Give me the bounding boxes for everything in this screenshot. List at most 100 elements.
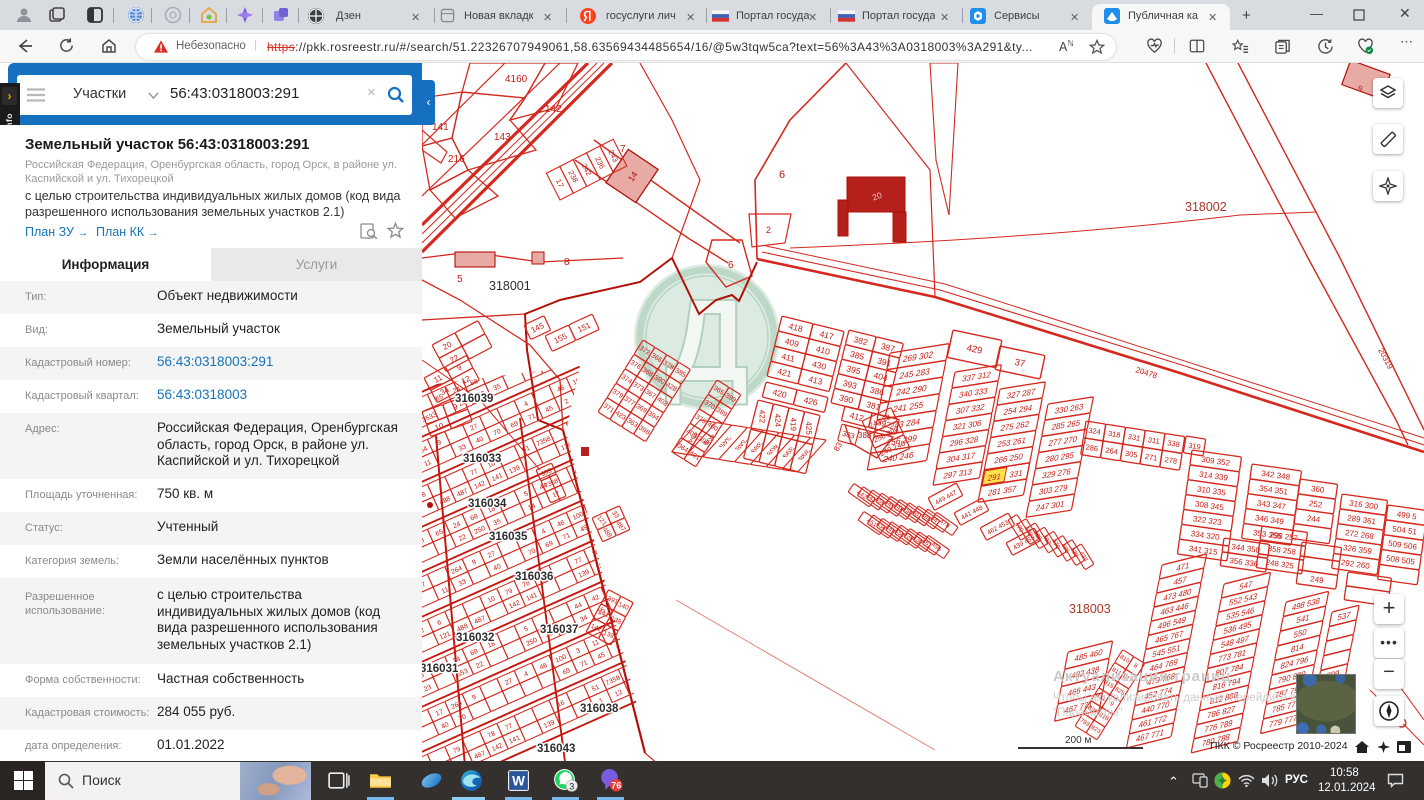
- svg-text:420: 420: [772, 387, 788, 400]
- svg-text:358 258: 358 258: [1267, 544, 1296, 557]
- svg-text:69: 69: [510, 420, 520, 430]
- svg-text:292 260: 292 260: [1340, 558, 1370, 571]
- svg-text:6: 6: [436, 619, 443, 627]
- svg-text:77: 77: [504, 722, 514, 732]
- svg-text:324: 324: [1088, 426, 1102, 437]
- svg-text:271: 271: [1144, 452, 1158, 463]
- svg-text:34: 34: [579, 614, 589, 624]
- svg-text:316032: 316032: [456, 632, 494, 644]
- svg-text:7358: 7358: [605, 675, 622, 688]
- svg-text:141: 141: [432, 122, 449, 133]
- svg-text:12: 12: [614, 689, 624, 699]
- svg-text:38: 38: [591, 459, 601, 469]
- svg-text:23: 23: [626, 308, 636, 318]
- svg-text:425: 425: [804, 421, 813, 435]
- svg-text:343 347: 343 347: [1257, 499, 1287, 512]
- svg-text:395: 395: [845, 363, 861, 376]
- svg-text:393: 393: [842, 378, 858, 391]
- svg-text:236: 236: [593, 155, 607, 170]
- svg-text:266 250: 266 250: [993, 452, 1024, 466]
- svg-text:363: 363: [626, 417, 640, 429]
- svg-text:377: 377: [623, 396, 637, 408]
- svg-text:27: 27: [469, 423, 479, 433]
- svg-text:353: 353: [624, 443, 637, 454]
- svg-text:27: 27: [487, 550, 497, 560]
- svg-text:369: 369: [635, 403, 649, 415]
- svg-text:W: W: [512, 774, 525, 789]
- svg-text:2: 2: [766, 225, 771, 235]
- svg-text:2: 2: [422, 627, 425, 635]
- svg-text:9: 9: [455, 362, 464, 372]
- svg-text:151: 151: [576, 320, 592, 334]
- svg-text:272 268: 272 268: [1345, 528, 1375, 541]
- svg-text:371: 371: [602, 403, 616, 415]
- svg-text:4: 4: [523, 670, 530, 678]
- svg-text:321 306: 321 306: [952, 419, 983, 433]
- svg-text:389: 389: [715, 407, 729, 419]
- svg-text:15: 15: [631, 456, 641, 466]
- svg-text:34: 34: [579, 479, 589, 489]
- svg-text:9: 9: [471, 559, 478, 567]
- svg-text:316033: 316033: [463, 453, 501, 465]
- svg-text:374: 374: [620, 374, 634, 386]
- svg-text:238: 238: [566, 169, 580, 184]
- svg-text:10: 10: [487, 595, 497, 605]
- svg-text:18: 18: [539, 347, 549, 357]
- svg-text:14: 14: [527, 367, 537, 377]
- svg-text:304 317: 304 317: [946, 451, 977, 465]
- svg-text:4160: 4160: [505, 74, 528, 85]
- svg-text:318002: 318002: [1185, 200, 1227, 214]
- svg-text:12: 12: [631, 546, 641, 556]
- svg-text:360: 360: [1310, 484, 1325, 495]
- svg-text:40: 40: [440, 721, 450, 731]
- svg-text:78: 78: [422, 491, 427, 501]
- svg-text:308 345: 308 345: [1194, 499, 1224, 512]
- svg-text:245 283: 245 283: [899, 366, 931, 381]
- svg-text:51: 51: [608, 541, 618, 551]
- svg-text:316031: 316031: [422, 663, 459, 675]
- svg-text:70: 70: [527, 547, 537, 557]
- svg-text:70: 70: [458, 713, 468, 723]
- svg-text:249: 249: [1310, 574, 1325, 585]
- svg-text:390: 390: [838, 392, 854, 405]
- svg-text:314 339: 314 339: [1199, 470, 1229, 483]
- svg-text:244: 244: [1306, 514, 1321, 525]
- svg-text:252: 252: [1308, 499, 1323, 510]
- svg-text:354 351: 354 351: [1259, 484, 1289, 497]
- svg-text:504 51: 504 51: [1392, 524, 1418, 536]
- svg-text:3: 3: [627, 489, 634, 497]
- svg-text:373: 373: [632, 381, 646, 393]
- svg-text:254 294: 254 294: [1003, 403, 1034, 417]
- svg-text:24: 24: [896, 226, 908, 237]
- svg-text:77: 77: [469, 468, 479, 478]
- svg-text:409: 409: [784, 336, 800, 349]
- svg-text:17: 17: [552, 490, 562, 499]
- svg-text:278: 278: [1164, 455, 1178, 466]
- svg-text:33: 33: [458, 578, 468, 588]
- svg-text:346 349: 346 349: [1254, 513, 1284, 526]
- svg-text:242 290: 242 290: [895, 383, 927, 398]
- svg-text:280 295: 280 295: [1044, 451, 1075, 465]
- svg-text:2: 2: [616, 645, 623, 653]
- svg-text:289 361: 289 361: [1347, 513, 1377, 526]
- svg-text:20478: 20478: [1134, 365, 1158, 380]
- svg-text:6: 6: [598, 382, 605, 390]
- svg-text:478: 478: [938, 518, 951, 530]
- svg-text:11: 11: [591, 639, 600, 648]
- svg-text:499 5: 499 5: [1396, 510, 1418, 522]
- svg-text:307 332: 307 332: [955, 402, 986, 416]
- svg-text:17: 17: [554, 177, 566, 189]
- svg-text:316039: 316039: [455, 393, 493, 405]
- svg-text:334 320: 334 320: [1190, 529, 1220, 542]
- svg-text:40: 40: [492, 563, 502, 573]
- svg-text:303 279: 303 279: [1038, 483, 1069, 497]
- svg-text:9: 9: [471, 694, 478, 702]
- svg-text:4: 4: [540, 528, 547, 536]
- svg-text:241 255: 241 255: [892, 399, 924, 414]
- svg-text:71: 71: [579, 659, 589, 669]
- svg-text:286: 286: [1085, 443, 1099, 454]
- svg-text:1: 1: [616, 555, 623, 563]
- svg-text:311: 311: [1147, 435, 1160, 446]
- svg-text:23: 23: [608, 451, 618, 461]
- svg-text:3: 3: [610, 362, 617, 370]
